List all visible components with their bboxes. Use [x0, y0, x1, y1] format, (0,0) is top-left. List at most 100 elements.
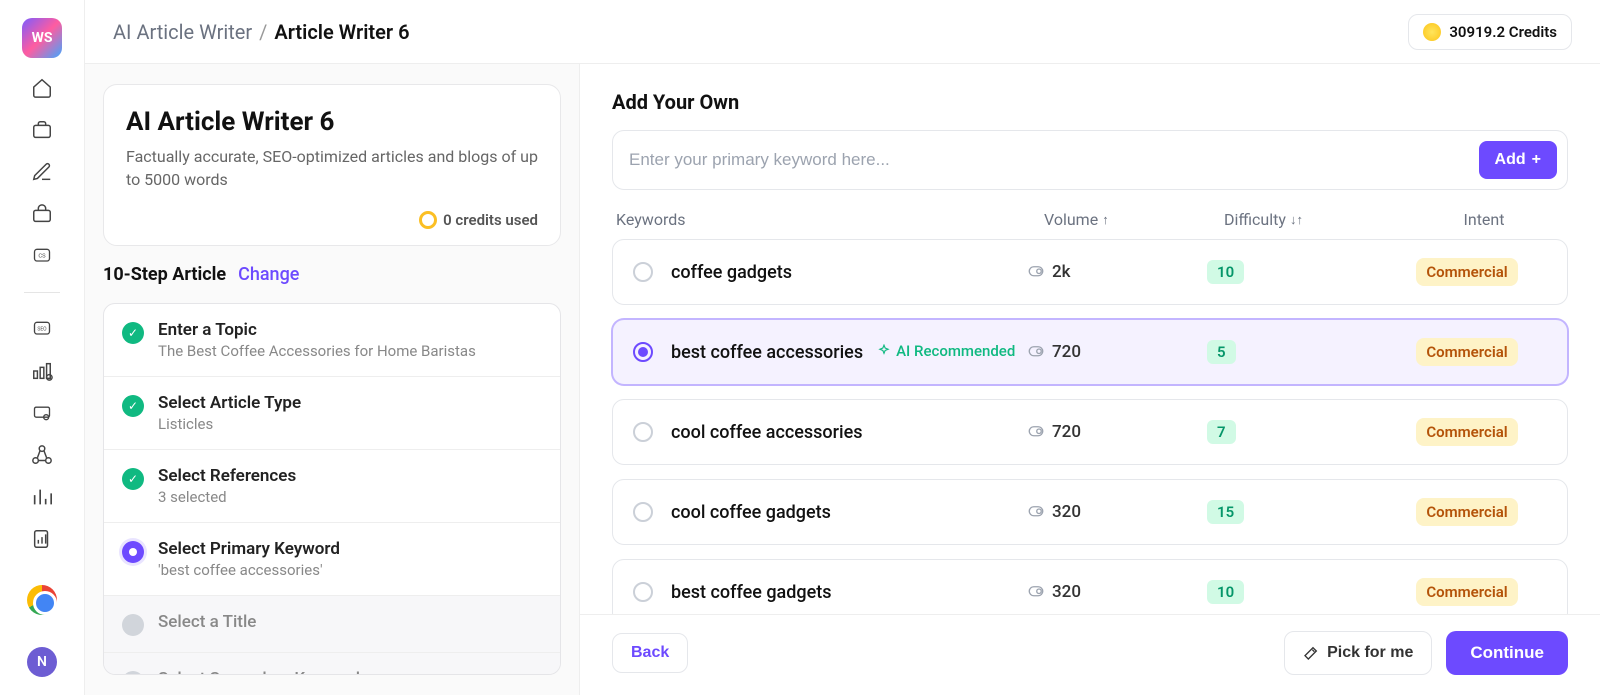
briefcase-icon[interactable] [30, 118, 54, 142]
step-item[interactable]: ✓Enter a TopicThe Best Coffee Accessorie… [104, 304, 560, 377]
difficulty-cell: 10 [1207, 580, 1387, 604]
keyword-name: cool coffee accessories [671, 422, 1027, 443]
radio-button[interactable] [633, 502, 653, 522]
difficulty-cell: 10 [1207, 260, 1387, 284]
tool-subtitle: Factually accurate, SEO-optimized articl… [126, 145, 538, 191]
volume-cell: 720 [1027, 342, 1207, 362]
edit-icon[interactable] [30, 160, 54, 184]
step-item[interactable]: ✓Select References3 selected [104, 450, 560, 523]
col-intent[interactable]: Intent [1404, 210, 1564, 229]
intent-cell: Commercial [1387, 338, 1547, 366]
volume-cell: 320 [1027, 502, 1207, 522]
step-item[interactable]: Select a Title [104, 596, 560, 653]
active-dot-icon [122, 541, 144, 563]
bag-icon[interactable] [30, 202, 54, 226]
step-item[interactable]: Select Secondary Keywords [104, 653, 560, 675]
user-avatar[interactable]: N [27, 647, 57, 677]
credits-pill[interactable]: 30919.2 Credits [1408, 14, 1572, 50]
app-logo[interactable]: WS [22, 18, 62, 58]
analytics-icon[interactable] [30, 359, 54, 383]
add-button[interactable]: Add + [1479, 141, 1557, 179]
breadcrumb-separator: / [259, 20, 267, 44]
intent-cell: Commercial [1387, 258, 1547, 286]
col-difficulty[interactable]: Difficulty ↓↑ [1224, 210, 1404, 229]
pick-for-me-button[interactable]: Pick for me [1284, 631, 1432, 675]
keyword-rows: coffee gadgets2k10Commercial best coffee … [612, 239, 1568, 614]
keyword-name: cool coffee gadgets [671, 502, 1027, 523]
steps-list: ✓Enter a TopicThe Best Coffee Accessorie… [103, 303, 561, 675]
add-keyword-row: Add + [612, 130, 1568, 190]
step-subtitle: Listicles [158, 415, 301, 433]
tool-card: AI Article Writer 6 Factually accurate, … [103, 84, 561, 246]
table-header: Keywords Volume ↑ Difficulty ↓↑ Intent [616, 210, 1564, 229]
keyword-row[interactable]: best coffee gadgets32010Commercial [612, 559, 1568, 614]
intent-cell: Commercial [1387, 578, 1547, 606]
media-icon[interactable] [30, 401, 54, 425]
credits-used: 0 credits used [126, 211, 538, 229]
back-button[interactable]: Back [612, 633, 688, 673]
continue-button[interactable]: Continue [1446, 631, 1568, 675]
keyword-row[interactable]: coffee gadgets2k10Commercial [612, 239, 1568, 305]
col-volume[interactable]: Volume ↑ [1044, 210, 1224, 229]
breadcrumb-parent[interactable]: AI Article Writer [113, 20, 252, 44]
bars-icon[interactable] [30, 485, 54, 509]
footer: Back Pick for me Continue [580, 614, 1600, 695]
keyword-input[interactable] [629, 150, 1467, 170]
col-keywords[interactable]: Keywords [616, 210, 1044, 229]
step-title: Select References [158, 466, 296, 486]
step-item[interactable]: ✓ Select Article Type Listicles [104, 377, 560, 450]
cs-icon[interactable]: CS [30, 244, 54, 268]
credits-value: 30919.2 Credits [1449, 23, 1557, 41]
home-icon[interactable] [30, 76, 54, 100]
chrome-icon[interactable] [27, 585, 57, 615]
sort-asc-icon: ↑ [1102, 212, 1109, 228]
step-subtitle: 3 selected [158, 488, 296, 506]
keyword-row[interactable]: cool coffee accessories7207Commercial [612, 399, 1568, 465]
volume-cell: 320 [1027, 582, 1207, 602]
check-icon: ✓ [122, 395, 144, 417]
nav-divider [24, 292, 60, 293]
steps-title: 10-Step Article [103, 264, 226, 285]
step-subtitle: 'best coffee accessories' [158, 561, 340, 579]
radio-button[interactable] [633, 262, 653, 282]
difficulty-cell: 5 [1207, 340, 1387, 364]
step-item[interactable]: Select Primary Keyword 'best coffee acces… [104, 523, 560, 596]
search-volume-icon [1027, 503, 1045, 521]
section-heading: Add Your Own [612, 90, 1568, 114]
plus-icon: + [1532, 151, 1541, 169]
pending-dot-icon [122, 614, 144, 636]
keyword-name: coffee gadgets [671, 262, 1027, 283]
keyword-name: best coffee accessoriesAI Recommended [671, 342, 1027, 363]
network-icon[interactable] [30, 443, 54, 467]
search-volume-icon [1027, 423, 1045, 441]
step-title: Select Primary Keyword [158, 539, 340, 559]
intent-cell: Commercial [1387, 418, 1547, 446]
svg-text:CS: CS [38, 254, 46, 260]
left-panel: AI Article Writer 6 Factually accurate, … [85, 64, 580, 695]
report-icon[interactable] [30, 527, 54, 551]
radio-button[interactable] [633, 582, 653, 602]
step-title: Select Article Type [158, 393, 301, 413]
search-volume-icon [1027, 263, 1045, 281]
topbar: AI Article Writer / Article Writer 6 309… [85, 0, 1600, 64]
wand-icon [1303, 645, 1319, 661]
sidebar-nav: WS CS SEO N [0, 0, 85, 695]
step-title: Select a Title [158, 612, 256, 632]
pending-dot-icon [122, 671, 144, 675]
seo-icon[interactable]: SEO [30, 317, 54, 341]
radio-button[interactable] [633, 422, 653, 442]
keyword-row[interactable]: best coffee accessoriesAI Recommended720… [612, 319, 1568, 385]
search-volume-icon [1027, 583, 1045, 601]
keyword-name: best coffee gadgets [671, 582, 1027, 603]
keyword-row[interactable]: cool coffee gadgets32015Commercial [612, 479, 1568, 545]
tool-title: AI Article Writer 6 [126, 107, 538, 137]
change-link[interactable]: Change [238, 264, 299, 285]
search-volume-icon [1027, 343, 1045, 361]
radio-button[interactable] [633, 342, 653, 362]
step-title: Select Secondary Keywords [158, 669, 369, 675]
step-title: Enter a Topic [158, 320, 476, 340]
sort-icon: ↓↑ [1290, 212, 1303, 228]
ai-recommended-badge: AI Recommended [877, 342, 1015, 360]
difficulty-cell: 15 [1207, 500, 1387, 524]
breadcrumb-current: Article Writer 6 [274, 20, 409, 44]
